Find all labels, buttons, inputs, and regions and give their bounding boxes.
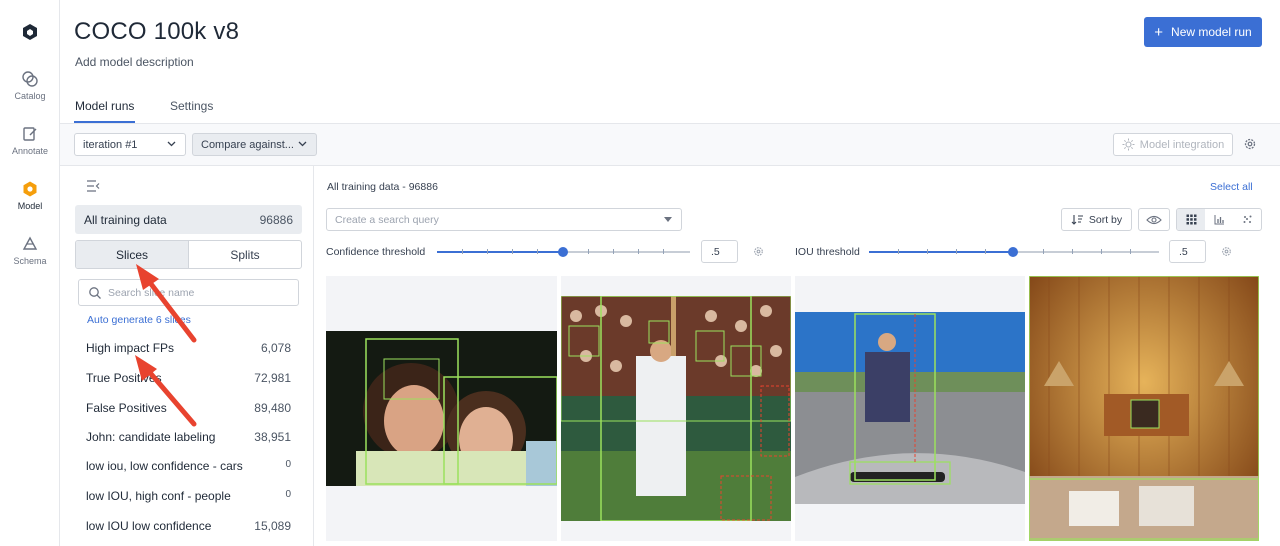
- chevron-down-icon: [167, 141, 176, 147]
- rail-item-annotate[interactable]: Annotate: [0, 125, 60, 156]
- slider-tick: [537, 249, 538, 254]
- active-tab-indicator: [74, 121, 135, 123]
- model-description[interactable]: Add model description: [75, 55, 194, 69]
- schema-icon: [22, 236, 38, 250]
- search-icon: [89, 287, 101, 299]
- logo-icon[interactable]: [20, 22, 40, 42]
- slider-tick: [1130, 249, 1131, 254]
- image-thumbnail[interactable]: [561, 276, 791, 541]
- scatter-icon: [1243, 215, 1251, 223]
- model-integration-button[interactable]: Model integration: [1113, 133, 1233, 156]
- image-preview: [326, 331, 557, 486]
- slider-tick: [512, 249, 513, 254]
- page-title: COCO 100k v8: [74, 18, 240, 45]
- all-training-data-item[interactable]: All training data 96886: [75, 205, 302, 234]
- sun-icon: [1122, 138, 1135, 151]
- image-thumbnail[interactable]: [795, 276, 1025, 541]
- segment-slices[interactable]: Slices: [76, 241, 189, 268]
- tab-bar: Model runs Settings: [60, 90, 1280, 124]
- plus-icon: +: [1154, 23, 1164, 41]
- bar-chart-icon: [1214, 215, 1224, 225]
- image-preview: [795, 312, 1025, 504]
- catalog-icon: [22, 71, 38, 87]
- rail-item-model[interactable]: Model: [0, 180, 60, 211]
- slider-tick: [663, 249, 664, 254]
- caret-down-icon: [664, 217, 672, 222]
- visibility-toggle-button[interactable]: [1138, 208, 1170, 231]
- iou-slider-fill: [869, 251, 1013, 253]
- rail-item-schema[interactable]: Schema: [0, 235, 60, 266]
- gear-icon[interactable]: [1221, 246, 1232, 257]
- confidence-threshold-label: Confidence threshold: [326, 246, 426, 258]
- image-preview: [1029, 276, 1259, 541]
- compare-select[interactable]: Compare against...: [192, 133, 317, 156]
- grid-icon: [1186, 214, 1196, 225]
- slider-tick: [985, 249, 986, 254]
- eye-icon: [1146, 215, 1162, 224]
- auto-generate-slices-link[interactable]: Auto generate 6 slices: [87, 314, 191, 326]
- slice-search-input[interactable]: Search slice name: [78, 279, 299, 306]
- slider-tick: [638, 249, 639, 254]
- slice-item[interactable]: False Positives 89,480: [86, 401, 291, 415]
- slice-item[interactable]: low IOU low confidence 15,089: [86, 519, 291, 533]
- results-heading: All training data - 96886: [327, 181, 438, 193]
- iteration-select[interactable]: iteration #1: [74, 133, 186, 156]
- slider-tick: [487, 249, 488, 254]
- rail-item-catalog[interactable]: Catalog: [0, 70, 60, 101]
- slices-splits-toggle: Slices Splits: [75, 240, 302, 269]
- segment-splits[interactable]: Splits: [189, 241, 301, 268]
- confidence-slider-fill: [437, 251, 563, 253]
- gear-icon[interactable]: [1243, 137, 1257, 151]
- image-thumbnail[interactable]: [326, 276, 557, 541]
- slider-tick: [1043, 249, 1044, 254]
- slice-item[interactable]: High impact FPs 6,078: [86, 341, 291, 355]
- select-all-link[interactable]: Select all: [1210, 181, 1253, 193]
- slice-item[interactable]: low IOU, high conf - people 0: [86, 489, 291, 503]
- slider-tick: [1101, 249, 1102, 254]
- confidence-slider-handle[interactable]: [558, 247, 568, 257]
- slider-tick: [462, 249, 463, 254]
- grid-view-button[interactable]: [1177, 209, 1205, 230]
- confidence-value-input[interactable]: .5: [701, 240, 738, 263]
- tab-model-runs[interactable]: Model runs: [75, 99, 134, 113]
- slider-tick: [613, 249, 614, 254]
- tab-settings[interactable]: Settings: [170, 99, 213, 113]
- sort-icon: [1071, 215, 1083, 225]
- new-model-run-button[interactable]: + New model run: [1144, 17, 1262, 47]
- image-preview: [561, 296, 791, 521]
- app-rail: Catalog Annotate Model Schema: [0, 0, 60, 546]
- slider-tick: [588, 249, 589, 254]
- sort-by-button[interactable]: Sort by: [1061, 208, 1132, 231]
- search-query-input[interactable]: Create a search query: [326, 208, 682, 231]
- slider-tick: [898, 249, 899, 254]
- chevron-down-icon: [298, 141, 307, 147]
- slice-item[interactable]: True Positives 72,981: [86, 371, 291, 385]
- slider-tick: [1072, 249, 1073, 254]
- slider-tick: [927, 249, 928, 254]
- iou-value-input[interactable]: .5: [1169, 240, 1206, 263]
- scatter-view-button[interactable]: [1233, 209, 1261, 230]
- gear-icon[interactable]: [753, 246, 764, 257]
- image-thumbnail[interactable]: [1029, 276, 1259, 541]
- view-mode-group: [1176, 208, 1262, 231]
- collapse-sidebar-icon[interactable]: [86, 180, 100, 192]
- iou-slider-handle[interactable]: [1008, 247, 1018, 257]
- annotate-icon: [23, 127, 37, 141]
- chart-view-button[interactable]: [1205, 209, 1233, 230]
- slider-tick: [956, 249, 957, 254]
- slice-item[interactable]: low iou, low confidence - cars 0: [86, 459, 291, 473]
- slice-item[interactable]: John: candidate labeling 38,951: [86, 430, 291, 444]
- model-icon: [23, 181, 37, 197]
- iou-threshold-label: IOU threshold: [795, 246, 860, 258]
